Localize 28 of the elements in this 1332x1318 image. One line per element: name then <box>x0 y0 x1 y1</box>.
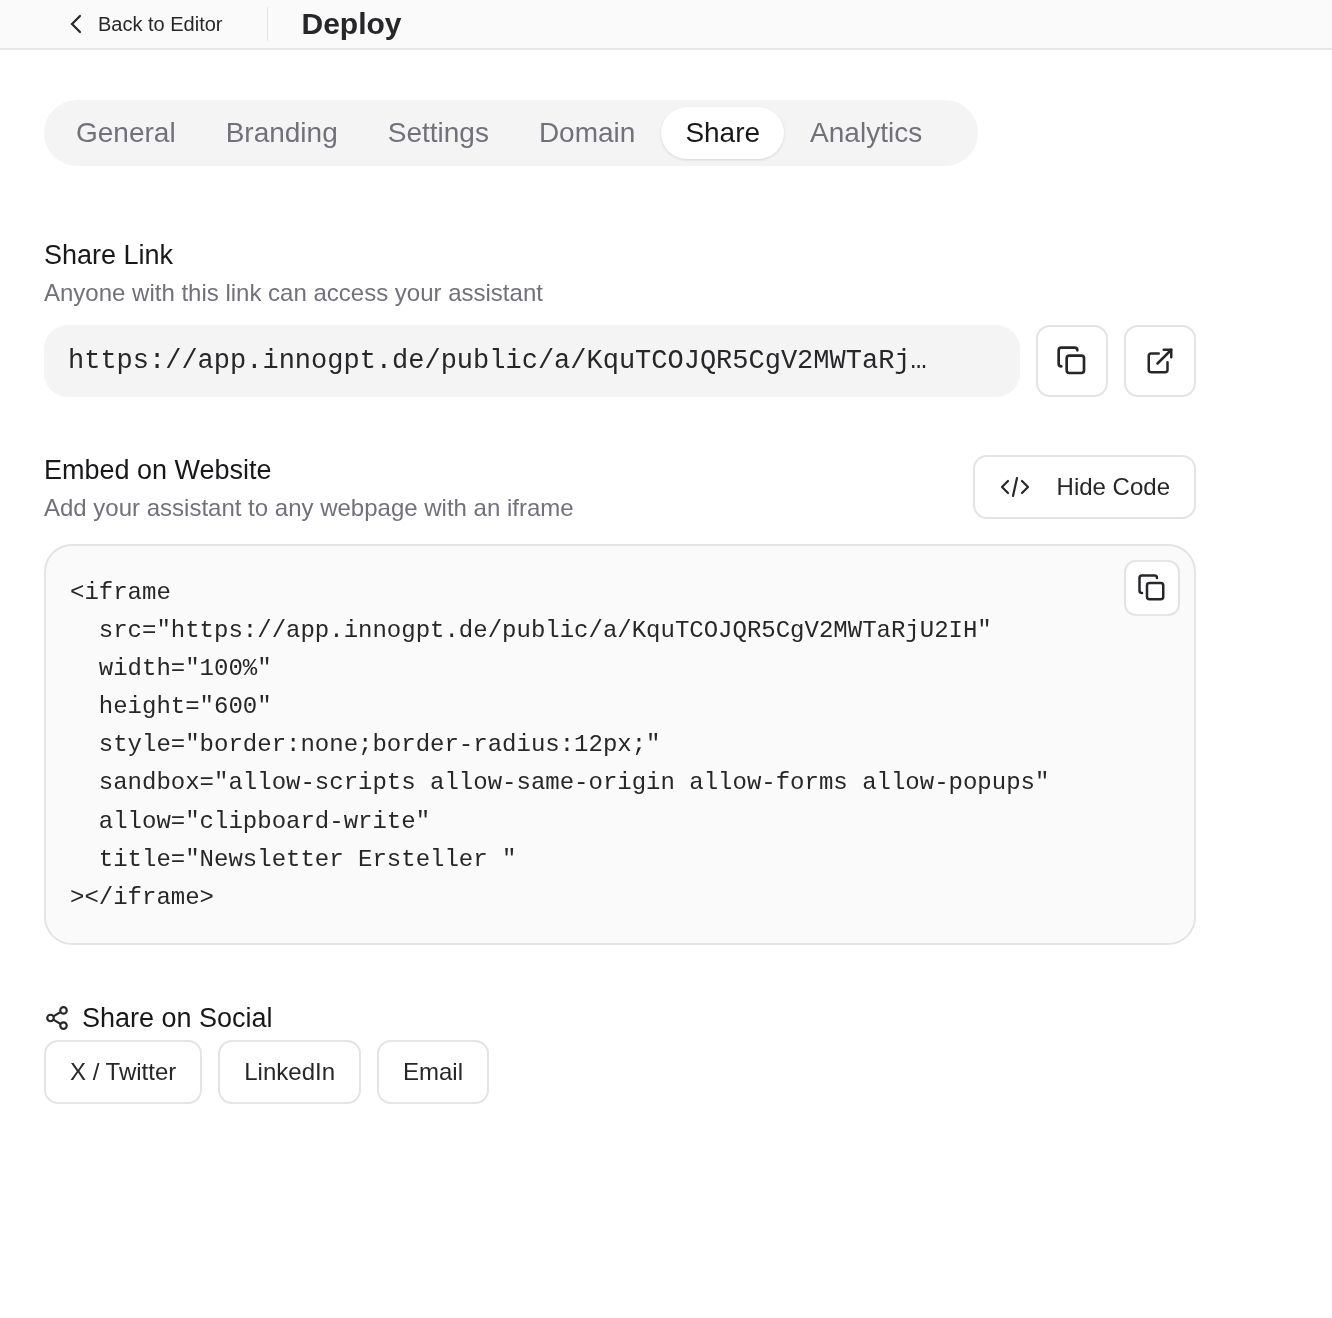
external-link-icon <box>1145 346 1175 376</box>
section-description: Anyone with this link can access your assistant <box>44 279 544 307</box>
code-icon <box>998 475 1031 499</box>
open-link-button[interactable] <box>1124 325 1196 397</box>
section-title: Share on Social <box>82 1002 273 1034</box>
copy-icon <box>1056 345 1088 377</box>
section-title: Share Link <box>44 240 175 271</box>
copy-link-button[interactable] <box>1036 325 1108 397</box>
hide-code-button[interactable]: Hide Code <box>972 455 1196 519</box>
share-url-field[interactable]: https://app.innogpt.de/public/a/KquTCOJQR5CgV2MWTaRj… <box>44 325 1020 397</box>
share-button[interactable]: Email <box>377 1039 490 1104</box>
copy-code-button[interactable] <box>1124 560 1180 616</box>
tab[interactable]: Share <box>661 107 785 159</box>
section-description: Add your assistant to any webpage with an iframe <box>44 494 574 522</box>
back-button[interactable]: Back to Editor <box>70 12 223 36</box>
share-icon <box>44 1005 70 1032</box>
tab[interactable]: Analytics <box>786 107 947 159</box>
tab[interactable]: Domain <box>514 107 660 159</box>
tab[interactable]: General <box>52 107 200 159</box>
chevron-left-icon <box>70 14 82 34</box>
embed-code: <iframe src="https://app.innogpt.de/public/a/KquTCOJQR5CgV2MWTaRjU2IH" width="100%" height="600" style="border:none;border-radius:12px;" sandbox="allow-scripts allow-same-origin allow-forms allow-popups" allow="clipboard-write" title="Newsletter Ersteller " ></iframe> <box>70 578 1050 913</box>
tab[interactable]: Branding <box>201 107 362 159</box>
share-button[interactable]: X / Twitter <box>44 1039 203 1104</box>
page-title: Deploy <box>301 7 402 41</box>
tab[interactable]: Settings <box>363 107 513 159</box>
section-title: Embed on Website <box>44 455 273 486</box>
copy-icon <box>1137 573 1167 603</box>
share-button[interactable]: LinkedIn <box>218 1039 361 1104</box>
